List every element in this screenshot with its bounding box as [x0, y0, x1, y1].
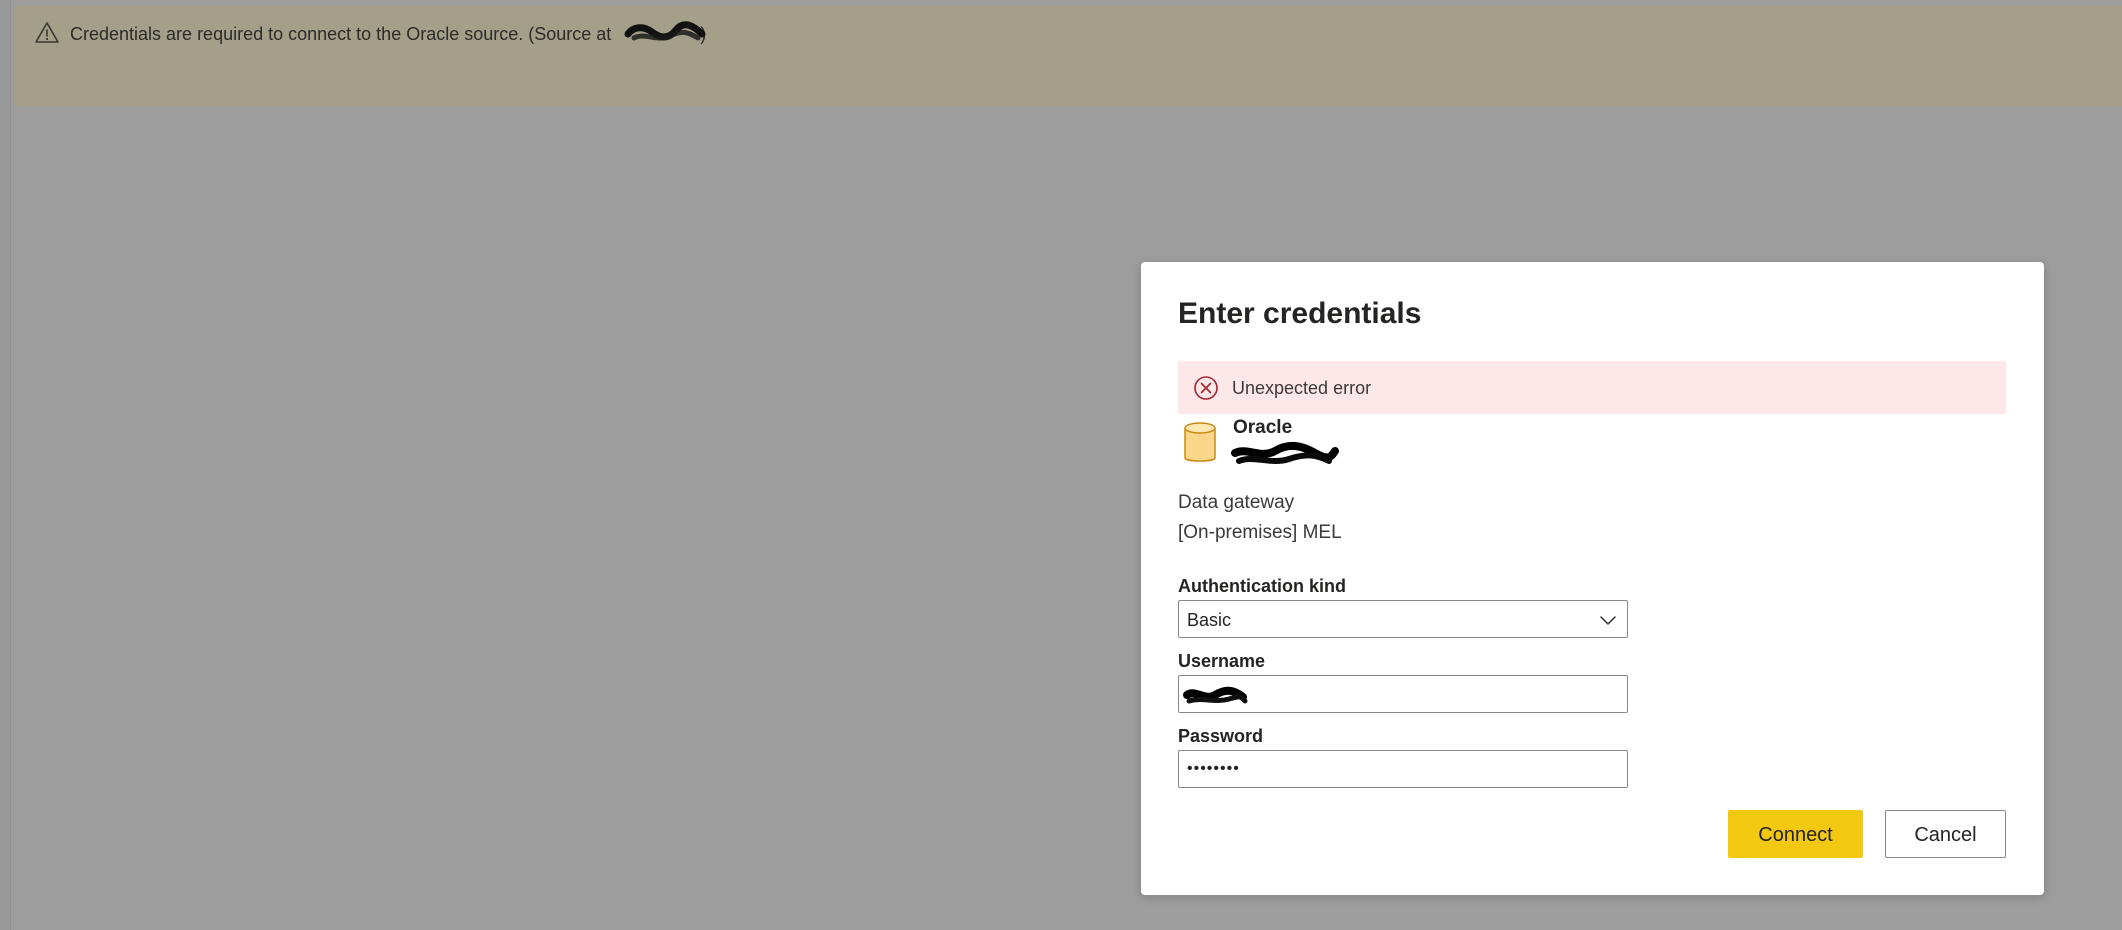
- database-icon: [1184, 422, 1216, 462]
- dialog-title: Enter credentials: [1178, 297, 1422, 330]
- redaction-scribble: [1183, 686, 1248, 704]
- auth-kind-value: Basic: [1187, 610, 1232, 630]
- left-edge: [0, 0, 11, 930]
- auth-kind-label: Authentication kind: [1178, 576, 1346, 596]
- password-input[interactable]: ••••••••: [1178, 750, 1628, 788]
- warning-triangle-icon: [35, 22, 59, 43]
- error-message: Unexpected error: [1232, 378, 1372, 398]
- username-input[interactable]: [1178, 675, 1628, 713]
- redaction-scribble: [624, 21, 706, 41]
- credentials-dialog: Enter credentials Unexpected error Oracl…: [1141, 262, 2044, 895]
- error-banner: Unexpected error: [1178, 361, 2006, 414]
- password-value: ••••••••: [1187, 760, 1240, 777]
- gateway-value: [On-premises] MEL: [1178, 522, 1342, 543]
- password-label: Password: [1178, 726, 1264, 746]
- gateway-label: Data gateway: [1178, 492, 1295, 513]
- warning-banner: Credentials are required to connect to t…: [14, 6, 2122, 106]
- connect-button[interactable]: Connect: [1728, 810, 1863, 858]
- warning-message: Credentials are required to connect to t…: [70, 23, 706, 45]
- username-label: Username: [1178, 651, 1266, 671]
- cancel-button[interactable]: Cancel: [1885, 810, 2006, 858]
- warning-message-start: Credentials are required to connect to t…: [70, 24, 617, 44]
- error-circle-icon: [1194, 376, 1218, 400]
- source-type: Oracle: [1233, 417, 1293, 438]
- auth-kind-select[interactable]: Basic: [1178, 600, 1628, 638]
- chevron-down-icon: [1600, 616, 1616, 625]
- redaction-scribble: [1231, 442, 1339, 464]
